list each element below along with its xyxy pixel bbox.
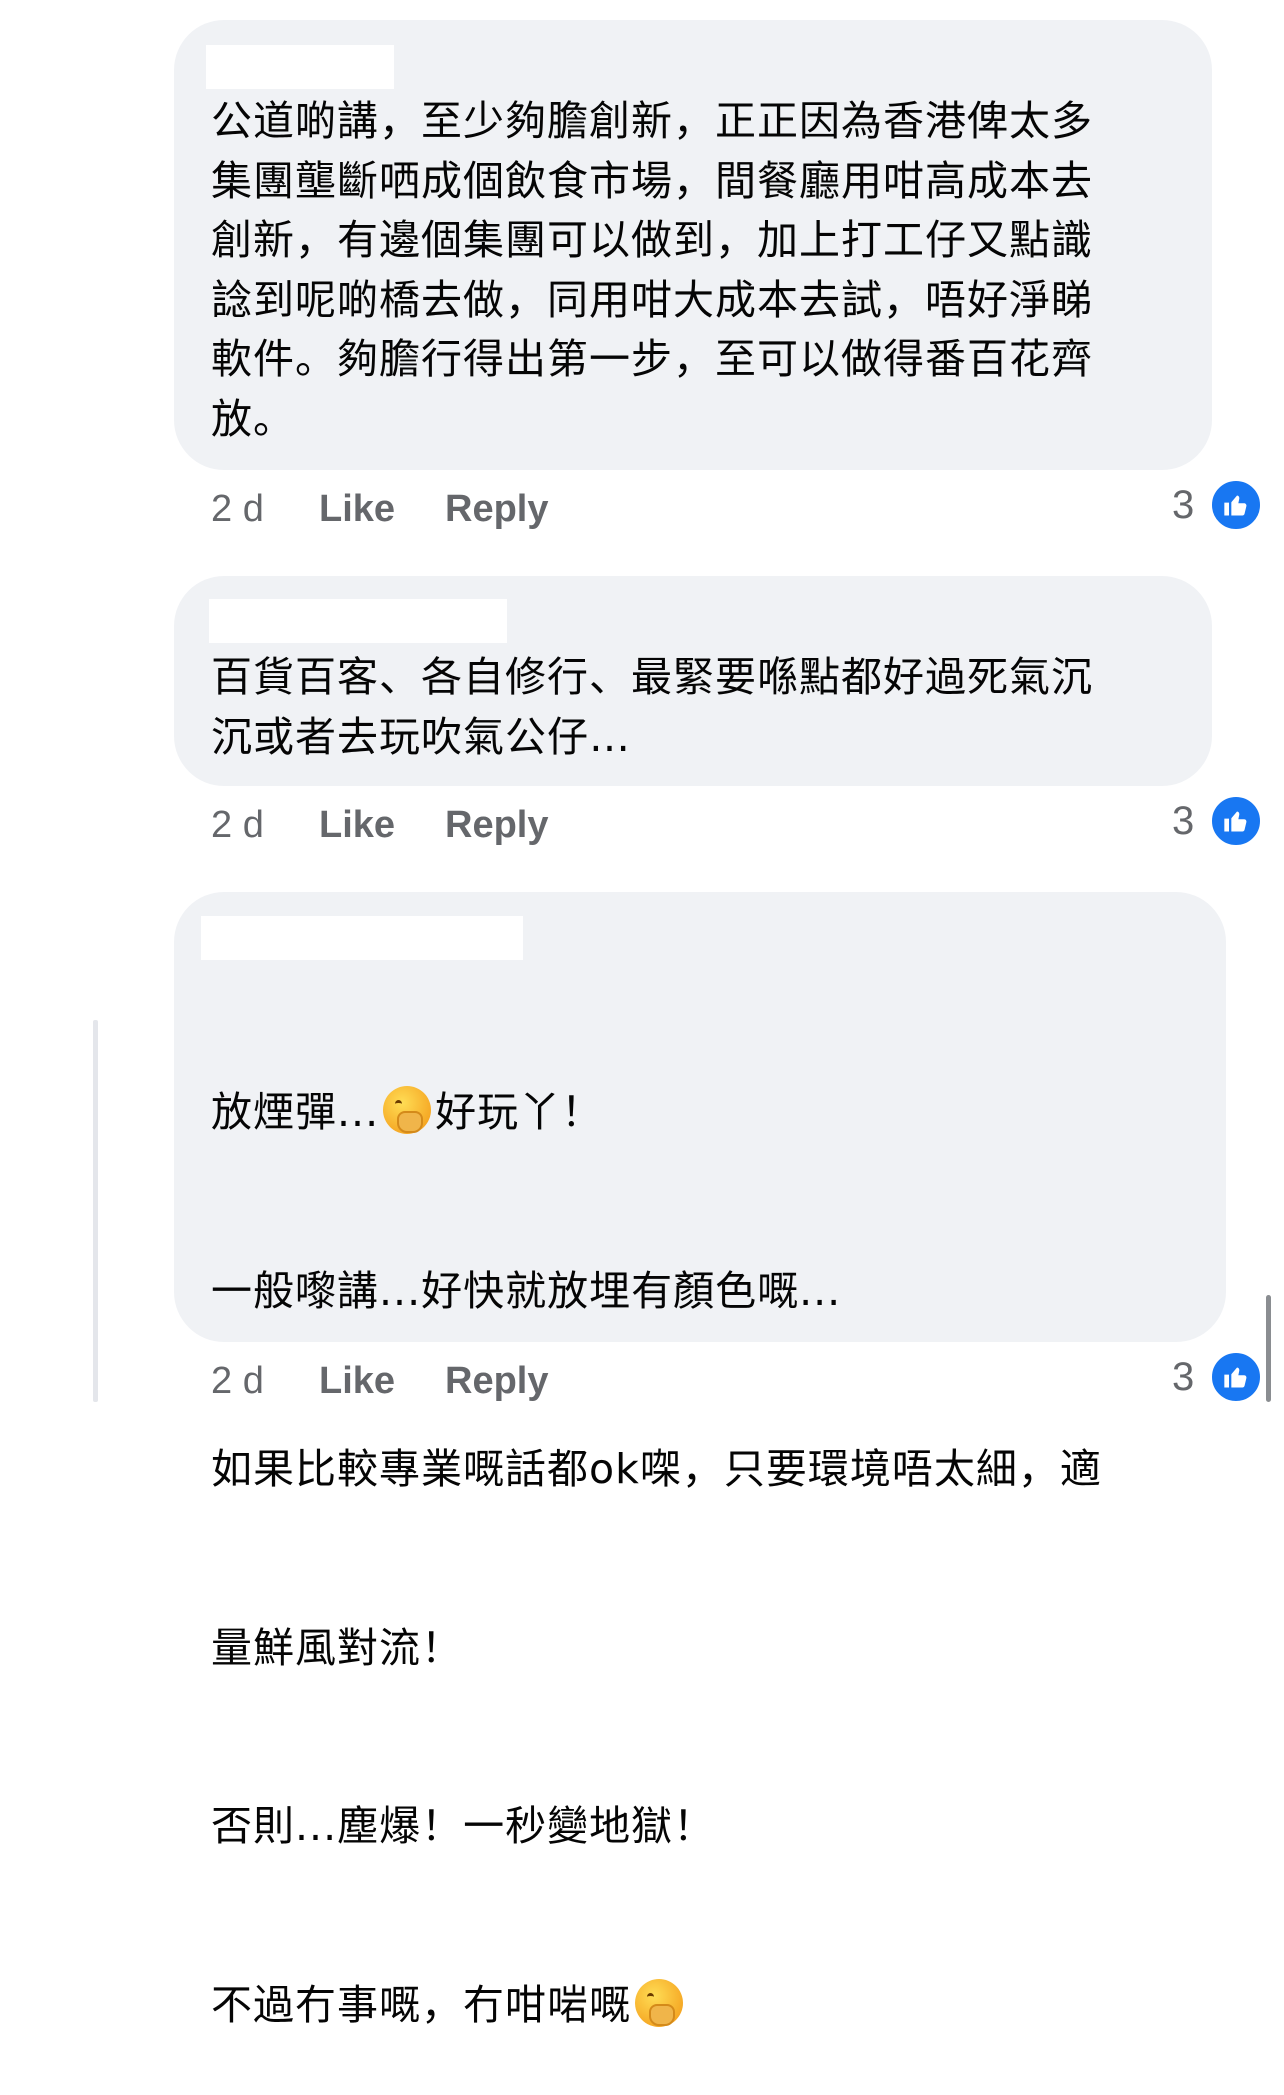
reply-button[interactable]: Reply <box>445 1360 548 1403</box>
hand-over-mouth-emoji <box>635 1978 683 2027</box>
reaction-count[interactable]: 3 <box>1172 1355 1194 1400</box>
author-name-redacted-2[interactable] <box>209 599 507 643</box>
comment-timestamp[interactable]: 2 d <box>211 804 264 847</box>
hand-over-mouth-emoji <box>383 1086 432 1134</box>
like-button[interactable]: Like <box>319 804 395 847</box>
comment-line: 否則...塵爆！一秒變地獄！ <box>211 1802 716 1850</box>
reaction-count[interactable]: 3 <box>1172 483 1194 528</box>
like-button[interactable]: Like <box>319 488 395 531</box>
comment-text-3: 放煙彈... 好玩丫！ 一般嚟講...好快就放埋有顏色嘅... 如果比較專業嘅話都… <box>211 964 1211 2095</box>
comment-text-2: 百貨百客、各自修行、最緊要喺點都好過死氣沉 沉或者去玩吹氣公仔… <box>211 653 1093 761</box>
comment-line: 量鮮風對流！ <box>211 1623 463 1672</box>
author-name-redacted-1[interactable] <box>206 45 394 89</box>
reply-button[interactable]: Reply <box>445 488 548 531</box>
like-reaction-icon[interactable] <box>1210 479 1262 531</box>
reply-button[interactable]: Reply <box>445 804 548 847</box>
like-reaction-icon[interactable] <box>1210 1351 1262 1403</box>
comment-line: 不過冇事嘅，冇咁啱嘅 <box>211 1976 1211 2036</box>
like-reaction-icon[interactable] <box>1210 795 1262 847</box>
comment-line: 一般嚟講...好快就放埋有顏色嘅... <box>211 1266 842 1315</box>
comment-line: 放煙彈... 好玩丫！ <box>211 1086 604 1136</box>
comment-timestamp[interactable]: 2 d <box>211 1360 264 1403</box>
comment-line: 如果比較專業嘅話都ok㗎，只要環境唔太細，適 <box>211 1445 1102 1493</box>
comment-timestamp[interactable]: 2 d <box>211 488 264 531</box>
comment-text-1: 公道啲講，至少夠膽創新，正正因為香港俾太多 集團壟斷哂成個飲食市場，間餐廳用咁高… <box>211 97 1093 443</box>
reply-thread-line <box>93 1020 98 1402</box>
scrollbar[interactable] <box>1266 1295 1271 1402</box>
reaction-count[interactable]: 3 <box>1172 799 1194 844</box>
like-button[interactable]: Like <box>319 1360 395 1403</box>
author-name-redacted-3[interactable] <box>201 916 523 960</box>
